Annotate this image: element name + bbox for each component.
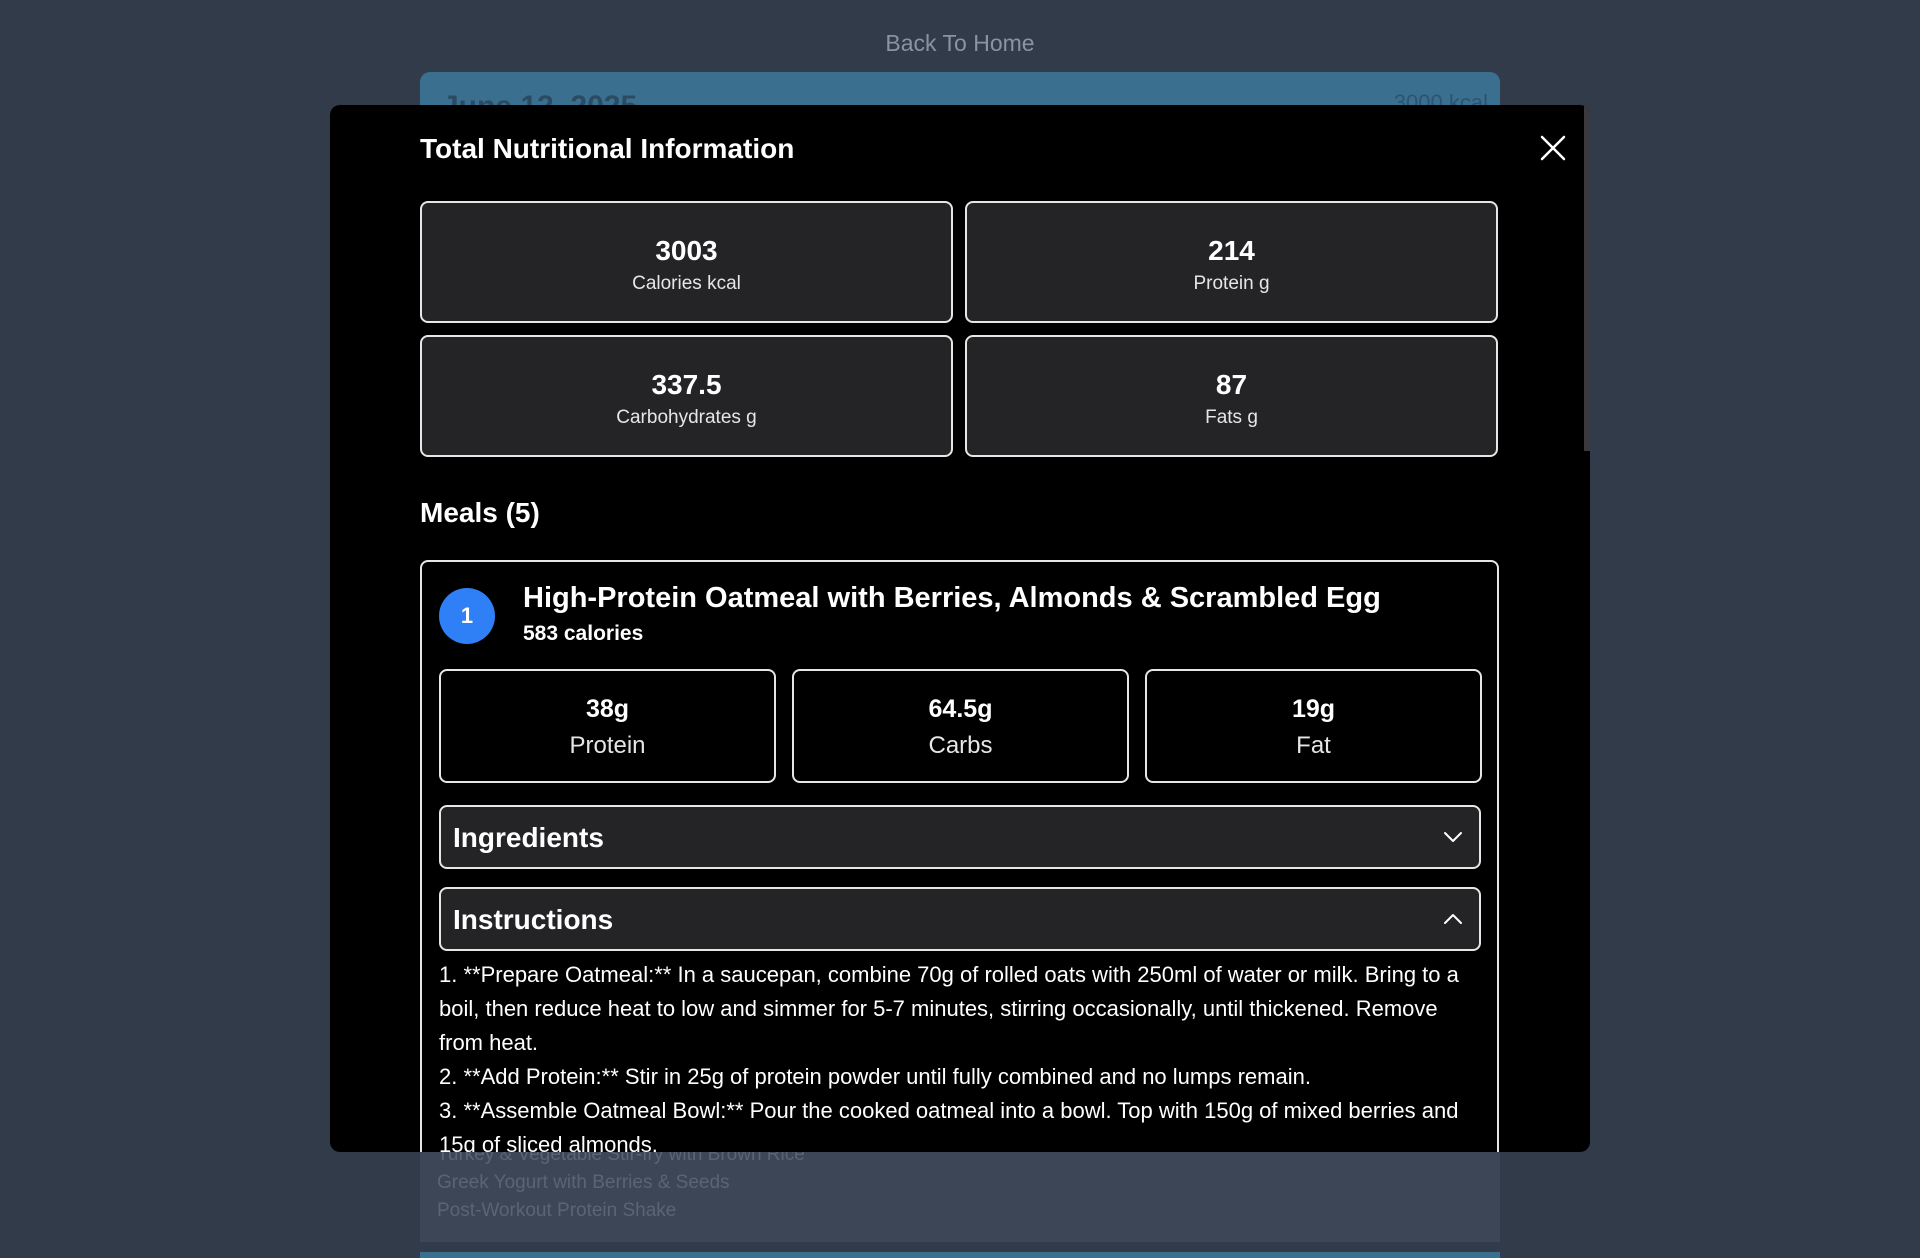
macro-fat-value: 19g <box>1291 695 1336 723</box>
chevron-up-icon <box>1441 907 1465 931</box>
back-to-home-link[interactable]: Back To Home <box>0 30 1920 57</box>
meal-macros: 38g Protein 64.5g Carbs 19g Fat <box>439 669 1482 783</box>
ingredients-accordion[interactable]: Ingredients <box>439 805 1481 869</box>
instructions-body: 1. **Prepare Oatmeal:** In a saucepan, c… <box>439 958 1484 1152</box>
modal-title: Total Nutritional Information <box>420 133 795 164</box>
macro-fat: 19g Fat <box>1145 669 1482 783</box>
total-fats-label: Fats g <box>1205 407 1258 428</box>
day-card-meal-list: Turkey & Vegetable Stir-fry with Brown R… <box>420 1140 1500 1242</box>
list-item: Post-Workout Protein Shake <box>437 1200 677 1221</box>
total-fats-value: 87 <box>1215 369 1248 400</box>
total-carbs-label: Carbohydrates g <box>616 407 757 428</box>
macro-protein-value: 38g <box>585 695 630 723</box>
total-fats-card: 87 Fats g <box>965 335 1498 457</box>
total-calories-value: 3003 <box>655 235 718 266</box>
macro-fat-label: Fat <box>1296 732 1331 759</box>
chevron-down-icon <box>1441 825 1465 849</box>
instruction-step: 2. **Add Protein:** Stir in 25g of prote… <box>439 1064 1311 1089</box>
macro-carbs: 64.5g Carbs <box>792 669 1129 783</box>
meals-heading: Meals (5) <box>420 497 540 528</box>
ingredients-label: Ingredients <box>453 822 604 853</box>
close-icon <box>1533 128 1573 168</box>
totals-grid: 3003 Calories kcal 214 Protein g 337.5 C… <box>420 201 1499 457</box>
total-calories-label: Calories kcal <box>632 273 741 294</box>
instruction-step: 3. **Assemble Oatmeal Bowl:** Pour the c… <box>439 1098 1459 1152</box>
macro-protein-label: Protein <box>569 732 646 759</box>
total-carbs-value: 337.5 <box>651 369 722 400</box>
total-carbs-card: 337.5 Carbohydrates g <box>420 335 953 457</box>
meal-card: 1 High-Protein Oatmeal with Berries, Alm… <box>420 560 1499 1152</box>
instruction-step: 1. **Prepare Oatmeal:** In a saucepan, c… <box>439 962 1459 1055</box>
meal-number-badge: 1 <box>439 588 495 644</box>
macro-protein: 38g Protein <box>439 669 776 783</box>
nutrition-modal: Total Nutritional Information 3003 Calor… <box>330 105 1590 1152</box>
total-protein-card: 214 Protein g <box>965 201 1498 323</box>
total-calories-card: 3003 Calories kcal <box>420 201 953 323</box>
instructions-accordion[interactable]: Instructions <box>439 887 1481 951</box>
macro-carbs-label: Carbs <box>928 732 993 759</box>
macro-carbs-value: 64.5g <box>928 695 993 723</box>
instructions-label: Instructions <box>453 904 614 935</box>
close-button[interactable] <box>1533 128 1573 168</box>
total-protein-label: Protein g <box>1193 273 1270 294</box>
meal-name: High-Protein Oatmeal with Berries, Almon… <box>523 582 1381 614</box>
list-item: Greek Yogurt with Berries & Seeds <box>437 1172 730 1193</box>
next-day-card-edge <box>420 1252 1500 1258</box>
modal-scrollbar[interactable] <box>1584 105 1590 451</box>
total-protein-value: 214 <box>1208 235 1255 266</box>
meal-calories: 583 calories <box>523 622 644 645</box>
